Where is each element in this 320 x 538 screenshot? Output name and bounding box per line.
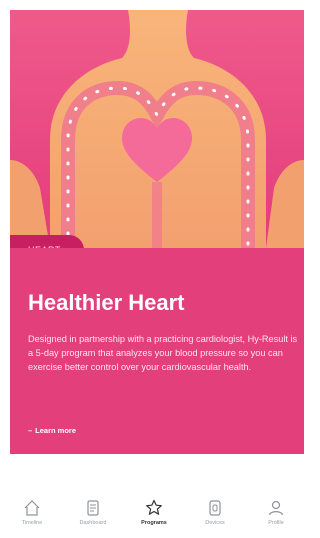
heart-illustration xyxy=(10,10,304,248)
nav-item-timeline[interactable]: Timeline xyxy=(4,498,60,538)
nav-item-programs[interactable]: Programs xyxy=(126,498,182,538)
program-card[interactable]: HEART Healthier Heart Designed in partne… xyxy=(10,10,304,454)
learn-more-dash: – xyxy=(28,426,33,435)
card-content: Healthier Heart Designed in partnership … xyxy=(10,248,304,454)
nav-label-dashboard: Dashboard xyxy=(79,520,107,526)
card-description: Designed in partnership with a practicin… xyxy=(28,334,298,372)
home-icon xyxy=(24,500,40,516)
learn-more-label: Learn more xyxy=(35,426,77,435)
nav-item-profile[interactable]: Profile xyxy=(248,498,304,538)
nav-label-profile: Profile xyxy=(268,520,284,526)
nav-label-timeline: Timeline xyxy=(21,520,43,526)
nav-item-dashboard[interactable]: Dashboard xyxy=(65,498,121,538)
star-icon xyxy=(146,499,162,515)
nav-item-devices[interactable]: Devices xyxy=(187,498,243,538)
learn-more-link[interactable]: – Learn more xyxy=(28,426,76,435)
nav-label-devices: Devices xyxy=(205,520,225,526)
user-icon xyxy=(268,500,284,516)
nav-label-programs: Programs xyxy=(141,520,167,526)
bottom-navigation: Timeline Dashboard Programs Devices Prof… xyxy=(0,498,308,538)
watch-icon xyxy=(209,500,221,516)
card-title: Healthier Heart xyxy=(28,290,185,315)
document-icon xyxy=(87,500,99,516)
